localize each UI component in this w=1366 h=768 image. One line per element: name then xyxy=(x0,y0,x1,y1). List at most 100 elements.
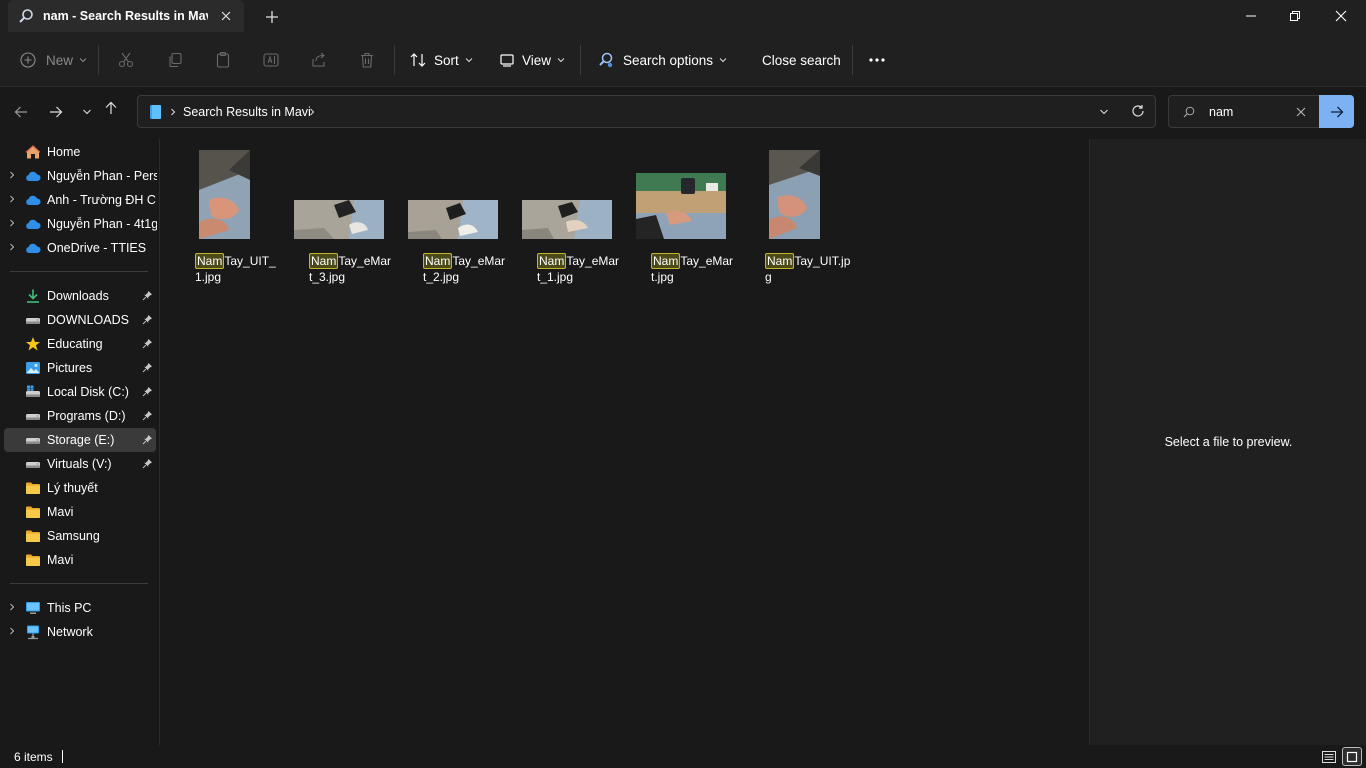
sidebar-item-label: Virtuals (V:) xyxy=(47,457,112,471)
sidebar-item-onedrive-school[interactable]: Anh - Trường ĐH CN xyxy=(0,188,158,212)
sidebar-item-label: DOWNLOADS xyxy=(47,313,129,327)
file-item[interactable]: Nam Tay_eMar t_1.jpg xyxy=(522,149,645,284)
chevron-right-icon[interactable] xyxy=(8,195,16,203)
file-name-part: Tay_eMar xyxy=(566,254,620,268)
sidebar-item-mavi[interactable]: Mavi xyxy=(0,500,158,524)
chevron-right-icon[interactable] xyxy=(8,603,16,611)
cut-button[interactable] xyxy=(117,46,135,74)
pin-icon[interactable] xyxy=(142,290,153,301)
file-list: Nam Tay_UIT_ 1.jpg Nam Tay_eMar t_3.jpg Nam T… xyxy=(161,139,1089,745)
clear-search-icon[interactable] xyxy=(1296,107,1306,117)
file-item[interactable]: Nam Tay_UIT.jp g xyxy=(763,149,873,284)
separator xyxy=(852,45,853,75)
pin-icon[interactable] xyxy=(142,338,153,349)
close-window-button[interactable] xyxy=(1318,0,1364,32)
chevron-right-icon[interactable] xyxy=(8,219,16,227)
sidebar-item-downloads[interactable]: Downloads xyxy=(0,284,158,308)
file-name-part: 1.jpg xyxy=(195,270,222,284)
tab-search-results[interactable]: nam - Search Results in Mavi xyxy=(8,0,244,32)
search-options-button[interactable]: Search options xyxy=(597,46,727,74)
pin-icon[interactable] xyxy=(142,434,153,445)
drive-icon xyxy=(26,318,40,324)
hands-photo-thumbnail xyxy=(769,150,820,239)
sidebar-item-onedrive-tties[interactable]: OneDrive - TTIES xyxy=(0,236,158,260)
view-button[interactable]: View xyxy=(499,46,565,74)
minimize-button[interactable] xyxy=(1228,0,1274,32)
up-button[interactable] xyxy=(100,97,122,119)
new-tab-icon[interactable] xyxy=(262,7,282,27)
address-bar[interactable]: Search Results in Mavi xyxy=(137,95,1156,128)
trash-icon xyxy=(361,52,373,68)
delete-button[interactable] xyxy=(358,46,376,74)
file-item[interactable]: Nam Tay_UIT_ 1.jpg xyxy=(193,149,303,284)
back-button[interactable] xyxy=(10,101,32,123)
sort-button[interactable]: Sort xyxy=(409,46,473,74)
forward-button[interactable] xyxy=(45,101,67,123)
sort-label: Sort xyxy=(434,52,459,68)
sidebar-item-samsung[interactable]: Samsung xyxy=(0,524,158,548)
new-label: New xyxy=(46,52,74,68)
close-search-button[interactable]: Close search xyxy=(762,46,841,74)
details-view-button[interactable] xyxy=(1319,747,1339,766)
file-item[interactable]: Nam Tay_eMar t_2.jpg xyxy=(408,149,531,284)
folder-icon xyxy=(26,554,40,566)
new-button[interactable]: New xyxy=(20,46,87,74)
sidebar-item-network[interactable]: Network xyxy=(0,620,158,644)
sidebar-item-programs-d[interactable]: Programs (D:) xyxy=(0,404,158,428)
copy-button[interactable] xyxy=(166,46,184,74)
sidebar-item-label: Nguyễn Phan - 4t1g6 xyxy=(47,217,157,231)
address-dropdown-icon[interactable] xyxy=(1099,107,1109,117)
close-tab-icon[interactable] xyxy=(218,8,234,24)
sidebar-item-pictures[interactable]: Pictures xyxy=(0,356,158,380)
chevron-right-icon[interactable] xyxy=(8,627,16,635)
search-box[interactable]: nam xyxy=(1168,95,1354,128)
shoes-photo-thumbnail xyxy=(294,200,384,239)
restore-button[interactable] xyxy=(1272,0,1318,32)
search-icon xyxy=(1183,106,1195,118)
large-icons-view-button[interactable] xyxy=(1342,747,1362,766)
refresh-icon[interactable] xyxy=(1131,104,1145,118)
file-item[interactable]: Nam Tay_eMar t_3.jpg xyxy=(294,149,417,284)
share-button[interactable] xyxy=(310,46,328,74)
drive-icon xyxy=(26,414,40,420)
pin-icon[interactable] xyxy=(142,410,153,421)
sidebar-item-local-disk-c[interactable]: Local Disk (C:) xyxy=(0,380,158,404)
recent-locations-button[interactable] xyxy=(76,101,98,123)
chevron-right-icon[interactable] xyxy=(8,171,16,179)
separator xyxy=(580,45,581,75)
sidebar-item-virtuals-v[interactable]: Virtuals (V:) xyxy=(0,452,158,476)
pin-icon[interactable] xyxy=(142,362,153,373)
sidebar-item-ly-thuyet[interactable]: Lý thuyết xyxy=(0,476,158,500)
paste-button[interactable] xyxy=(214,46,232,74)
onedrive-icon xyxy=(26,171,41,181)
sidebar-item-onedrive-personal[interactable]: Nguyễn Phan - Perso xyxy=(0,164,158,188)
sidebar-item-educating[interactable]: Educating xyxy=(0,332,158,356)
file-name-part: t.jpg xyxy=(651,270,674,284)
sidebar-item-home[interactable]: Home xyxy=(0,140,158,164)
more-options-button[interactable] xyxy=(868,46,886,74)
chevron-down-icon xyxy=(83,109,91,115)
preview-pane: Select a file to preview. xyxy=(1089,139,1366,745)
sidebar-item-storage-e[interactable]: Storage (E:) xyxy=(4,428,156,452)
pin-icon[interactable] xyxy=(142,386,153,397)
sidebar-item-onedrive-4t1g6[interactable]: Nguyễn Phan - 4t1g6 xyxy=(0,212,158,236)
search-options-icon xyxy=(599,52,613,68)
hands-photo-thumbnail xyxy=(522,200,612,239)
search-submit-button[interactable] xyxy=(1319,95,1354,128)
search-location-icon xyxy=(150,105,161,119)
pin-icon[interactable] xyxy=(142,458,153,469)
command-bar: New Sort View Search options Close searc… xyxy=(0,32,1366,87)
chevron-right-icon[interactable] xyxy=(8,243,16,251)
sidebar-item-downloads-drive[interactable]: DOWNLOADS xyxy=(0,308,158,332)
sidebar-item-this-pc[interactable]: This PC xyxy=(0,596,158,620)
folder-icon xyxy=(26,482,40,494)
breadcrumb[interactable]: Search Results in Mavi xyxy=(183,105,311,119)
rename-button[interactable] xyxy=(262,46,280,74)
sidebar-item-mavi-2[interactable]: Mavi xyxy=(0,548,158,572)
search-input[interactable]: nam xyxy=(1209,105,1233,119)
pin-icon[interactable] xyxy=(142,314,153,325)
file-item[interactable]: Nam Tay_eMar t.jpg xyxy=(636,149,759,284)
file-thumbnail xyxy=(522,200,612,239)
file-name: Nam Tay_eMar t.jpg xyxy=(649,253,759,285)
folder-icon xyxy=(26,530,40,542)
